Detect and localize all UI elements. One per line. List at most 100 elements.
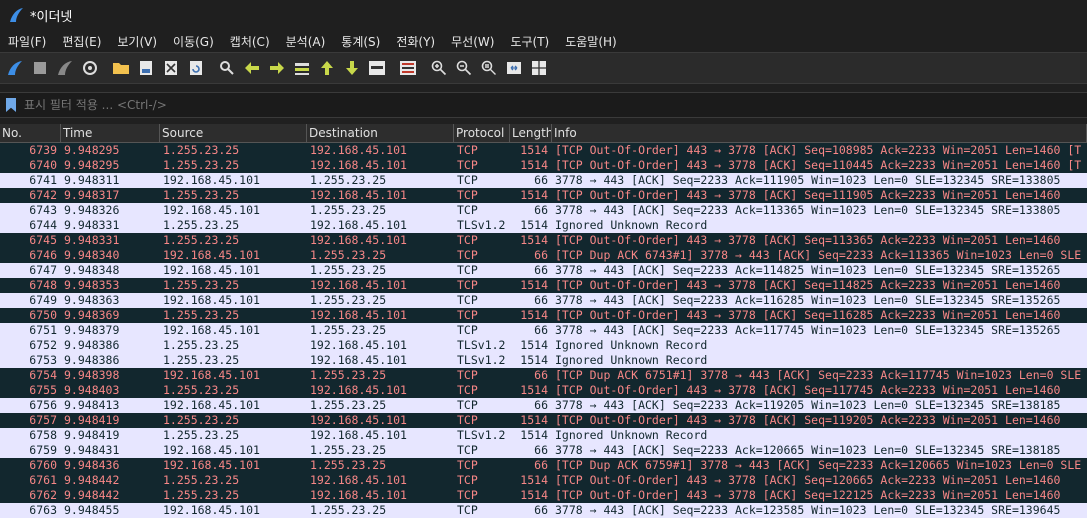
- packet-protocol: TCP: [457, 473, 478, 487]
- packet-time: 9.948386: [64, 353, 120, 367]
- packet-list[interactable]: 6739 9.948295 1.255.23.25 192.168.45.101 TCP…: [0, 143, 1087, 518]
- menu-edit[interactable]: 편집(E): [54, 33, 109, 50]
- bookmark-icon[interactable]: [6, 98, 16, 112]
- resize-columns-icon[interactable]: [503, 57, 525, 79]
- menu-statistics[interactable]: 통계(S): [333, 33, 388, 50]
- column-header-info[interactable]: Info: [552, 124, 1087, 142]
- packet-length: 66: [534, 173, 548, 187]
- packet-info: 3778 → 443 [ACK] Seq=2233 Ack=117745 Win…: [555, 323, 1061, 337]
- packet-row[interactable]: 6755 9.948403 1.255.23.25 192.168.45.101 TCP…: [0, 383, 1087, 398]
- packet-protocol: TCP: [457, 293, 478, 307]
- packet-row[interactable]: 6753 9.948386 1.255.23.25 192.168.45.101 TLS…: [0, 353, 1087, 368]
- packet-protocol: TCP: [457, 233, 478, 247]
- packet-row[interactable]: 6745 9.948331 1.255.23.25 192.168.45.101 TCP…: [0, 233, 1087, 248]
- column-header-destination[interactable]: Destination: [307, 124, 454, 142]
- packet-time: 9.948317: [64, 188, 120, 202]
- menu-capture[interactable]: 캡처(C): [222, 33, 278, 50]
- packet-row[interactable]: 6756 9.948413 192.168.45.101 1.255.23.25 TCP…: [0, 398, 1087, 413]
- stop-icon[interactable]: [29, 57, 51, 79]
- menu-go[interactable]: 이동(G): [165, 33, 222, 50]
- menu-tools[interactable]: 도구(T): [502, 33, 557, 50]
- layout-icon[interactable]: [528, 57, 550, 79]
- packet-destination: 192.168.45.101: [310, 473, 407, 487]
- reload-icon[interactable]: [185, 57, 207, 79]
- zoom-in-icon[interactable]: [428, 57, 450, 79]
- go-back-icon[interactable]: [241, 57, 263, 79]
- packet-number: 6756: [29, 398, 57, 412]
- packet-row[interactable]: 6741 9.948311 192.168.45.101 1.255.23.25 TCP…: [0, 173, 1087, 188]
- packet-source: 1.255.23.25: [163, 488, 240, 502]
- menu-file[interactable]: 파일(F): [0, 33, 54, 50]
- packet-row[interactable]: 6763 9.948455 192.168.45.101 1.255.23.25 TCP…: [0, 503, 1087, 518]
- packet-row[interactable]: 6759 9.948431 192.168.45.101 1.255.23.25 TCP…: [0, 443, 1087, 458]
- find-icon[interactable]: [216, 57, 238, 79]
- packet-info: Ignored Unknown Record: [555, 428, 708, 442]
- packet-length: 66: [534, 443, 548, 457]
- menu-telephony[interactable]: 전화(Y): [388, 33, 443, 50]
- packet-length: 66: [534, 203, 548, 217]
- packet-protocol: TCP: [457, 458, 478, 472]
- packet-row[interactable]: 6748 9.948353 1.255.23.25 192.168.45.101 TCP…: [0, 278, 1087, 293]
- shark-fin-start-icon[interactable]: [4, 57, 26, 79]
- packet-row[interactable]: 6752 9.948386 1.255.23.25 192.168.45.101 TLS…: [0, 338, 1087, 353]
- packet-row[interactable]: 6746 9.948340 192.168.45.101 1.255.23.25 TCP…: [0, 248, 1087, 263]
- autoscroll-icon[interactable]: [366, 57, 388, 79]
- column-header-protocol[interactable]: Protocol: [454, 124, 510, 142]
- packet-protocol: TCP: [457, 308, 478, 322]
- go-forward-icon[interactable]: [266, 57, 288, 79]
- packet-row[interactable]: 6747 9.948348 192.168.45.101 1.255.23.25 TCP…: [0, 263, 1087, 278]
- open-folder-icon[interactable]: [110, 57, 132, 79]
- zoom-out-icon[interactable]: [453, 57, 475, 79]
- column-header-no[interactable]: No.: [0, 124, 61, 142]
- packet-time: 9.948403: [64, 383, 120, 397]
- packet-row[interactable]: 6750 9.948369 1.255.23.25 192.168.45.101 TCP…: [0, 308, 1087, 323]
- column-header-source[interactable]: Source: [160, 124, 307, 142]
- close-file-icon[interactable]: [160, 57, 182, 79]
- packet-row[interactable]: 6749 9.948363 192.168.45.101 1.255.23.25 TCP…: [0, 293, 1087, 308]
- packet-number: 6758: [29, 428, 57, 442]
- wireshark-logo-icon: [10, 8, 23, 22]
- packet-length: 1514: [520, 143, 548, 157]
- menu-help[interactable]: 도움말(H): [557, 33, 625, 50]
- packet-source: 1.255.23.25: [163, 308, 240, 322]
- go-last-icon[interactable]: [341, 57, 363, 79]
- zoom-normal-icon[interactable]: [478, 57, 500, 79]
- packet-row[interactable]: 6754 9.948398 192.168.45.101 1.255.23.25 TCP…: [0, 368, 1087, 383]
- packet-length: 1514: [520, 338, 548, 352]
- column-header-time[interactable]: Time: [61, 124, 160, 142]
- packet-source: 1.255.23.25: [163, 233, 240, 247]
- packet-row[interactable]: 6760 9.948436 192.168.45.101 1.255.23.25 TCP…: [0, 458, 1087, 473]
- packet-number: 6749: [29, 293, 57, 307]
- save-file-icon[interactable]: [135, 57, 157, 79]
- display-filter-input[interactable]: [22, 97, 1087, 113]
- menu-wireless[interactable]: 무선(W): [443, 33, 502, 50]
- packet-source: 192.168.45.101: [163, 443, 260, 457]
- go-first-icon[interactable]: [316, 57, 338, 79]
- packet-protocol: TCP: [457, 488, 478, 502]
- packet-time: 9.948353: [64, 278, 120, 292]
- packet-number: 6750: [29, 308, 57, 322]
- packet-row[interactable]: 6762 9.948442 1.255.23.25 192.168.45.101 TCP…: [0, 488, 1087, 503]
- options-gear-icon[interactable]: [79, 57, 101, 79]
- column-header-length[interactable]: Length: [510, 124, 552, 142]
- packet-length: 1514: [520, 473, 548, 487]
- restart-icon[interactable]: [54, 57, 76, 79]
- packet-info: [TCP Out-Of-Order] 443 → 3778 [ACK] Seq=…: [555, 158, 1082, 172]
- packet-row[interactable]: 6744 9.948331 1.255.23.25 192.168.45.101 TLS…: [0, 218, 1087, 233]
- packet-row[interactable]: 6751 9.948379 192.168.45.101 1.255.23.25 TCP…: [0, 323, 1087, 338]
- packet-row[interactable]: 6757 9.948419 1.255.23.25 192.168.45.101 TCP…: [0, 413, 1087, 428]
- packet-protocol: TLSv1.2: [457, 353, 506, 367]
- packet-row[interactable]: 6742 9.948317 1.255.23.25 192.168.45.101 TCP…: [0, 188, 1087, 203]
- packet-row[interactable]: 6761 9.948442 1.255.23.25 192.168.45.101 TCP…: [0, 473, 1087, 488]
- packet-row[interactable]: 6758 9.948419 1.255.23.25 192.168.45.101 TLS…: [0, 428, 1087, 443]
- packet-row[interactable]: 6740 9.948295 1.255.23.25 192.168.45.101 TCP…: [0, 158, 1087, 173]
- menu-analyze[interactable]: 분석(A): [278, 33, 334, 50]
- menu-view[interactable]: 보기(V): [109, 33, 165, 50]
- packet-number: 6746: [29, 248, 57, 262]
- go-to-packet-icon[interactable]: [291, 57, 313, 79]
- packet-row[interactable]: 6743 9.948326 192.168.45.101 1.255.23.25 TCP…: [0, 203, 1087, 218]
- packet-info: 3778 → 443 [ACK] Seq=2233 Ack=120665 Win…: [555, 443, 1061, 457]
- packet-row[interactable]: 6739 9.948295 1.255.23.25 192.168.45.101 TCP…: [0, 143, 1087, 158]
- colorize-icon[interactable]: [397, 57, 419, 79]
- packet-protocol: TCP: [457, 398, 478, 412]
